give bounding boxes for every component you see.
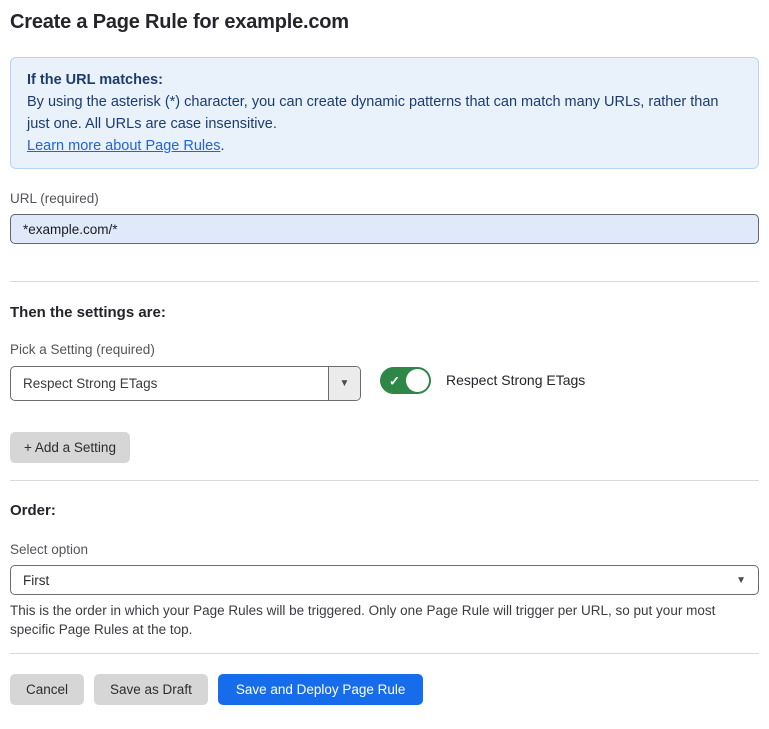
etags-toggle[interactable]: ✓ (380, 367, 431, 394)
create-page-rule-form: Create a Page Rule for example.com If th… (0, 11, 769, 705)
divider (10, 281, 759, 282)
url-label: URL (required) (10, 191, 759, 207)
chevron-down-icon: ▼ (736, 575, 746, 586)
divider (10, 653, 759, 654)
divider (10, 480, 759, 481)
info-box-body: By using the asterisk (*) character, you… (27, 91, 742, 135)
save-deploy-button[interactable]: Save and Deploy Page Rule (218, 674, 424, 705)
info-box-heading: If the URL matches: (27, 69, 742, 91)
toggle-knob (406, 369, 429, 392)
setting-select-value: Respect Strong ETags (11, 376, 157, 391)
learn-more-link[interactable]: Learn more about Page Rules (27, 138, 220, 154)
cancel-button[interactable]: Cancel (10, 674, 84, 705)
check-icon: ✓ (389, 374, 400, 387)
setting-select[interactable]: Respect Strong ETags ▼ (10, 366, 361, 401)
footer-actions: Cancel Save as Draft Save and Deploy Pag… (10, 674, 759, 705)
url-match-info-box: If the URL matches: By using the asteris… (10, 57, 759, 169)
order-helper-text: This is the order in which your Page Rul… (10, 601, 758, 639)
select-option-label: Select option (10, 542, 759, 558)
pick-setting-label: Pick a Setting (required) (10, 342, 759, 358)
link-period: . (220, 138, 224, 154)
toggle-label: Respect Strong ETags (446, 372, 585, 389)
setting-row: Respect Strong ETags ▼ ✓ Respect Strong … (10, 366, 759, 401)
save-draft-button[interactable]: Save as Draft (94, 674, 208, 705)
order-select-value: First (23, 573, 49, 588)
order-heading: Order: (10, 503, 759, 519)
url-input[interactable] (10, 214, 759, 244)
dropdown-arrow-icon: ▼ (328, 367, 360, 400)
settings-heading: Then the settings are: (10, 305, 759, 321)
info-box-link-line: Learn more about Page Rules. (27, 135, 742, 157)
add-setting-button[interactable]: + Add a Setting (10, 432, 130, 463)
order-select[interactable]: First ▼ (10, 565, 759, 595)
page-title: Create a Page Rule for example.com (10, 11, 759, 34)
